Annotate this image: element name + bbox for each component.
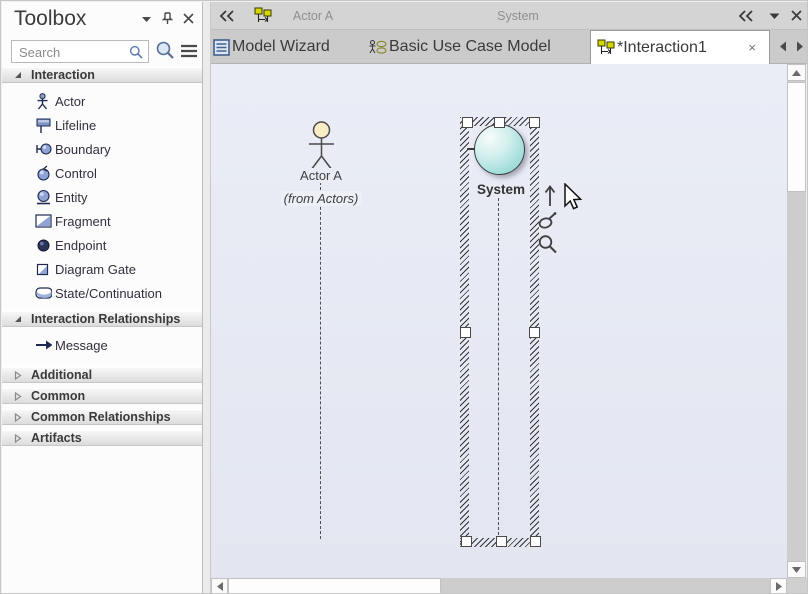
collapse-left-icon[interactable]: [219, 10, 235, 22]
toolbox-panel: Toolbox Search Interaction: [2, 2, 203, 594]
tool-endpoint[interactable]: Endpoint: [2, 233, 202, 257]
tab-model-wizard[interactable]: Model Wizard: [213, 30, 330, 64]
search-options-icon[interactable]: [155, 40, 176, 61]
actor-lifeline[interactable]: [320, 182, 321, 539]
section-common[interactable]: Common: [2, 388, 202, 404]
tool-actor[interactable]: Actor: [2, 89, 202, 113]
toolbox-search-row: Search: [2, 39, 202, 65]
expanded-triangle-icon: [14, 71, 28, 79]
header-lifeline-actor: Actor A: [293, 9, 333, 23]
chevron-down-icon[interactable]: [141, 15, 152, 23]
actor-icon: [35, 93, 52, 110]
fragment-icon: [35, 213, 52, 230]
tool-boundary[interactable]: Boundary: [2, 137, 202, 161]
diagram-header-strip: Actor A System: [211, 2, 808, 30]
main-area: Actor A System Model Wizard Basic Use Ca…: [211, 2, 808, 594]
boundary-icon: [35, 141, 52, 158]
zoom-icon[interactable]: [537, 234, 559, 255]
search-input[interactable]: Search: [11, 40, 149, 63]
selection-handle[interactable]: [494, 117, 505, 128]
lifeline-icon: [35, 117, 52, 134]
tool-lifeline[interactable]: Lifeline: [2, 113, 202, 137]
section-common-relationships[interactable]: Common Relationships: [2, 409, 202, 425]
selection-handle[interactable]: [529, 327, 540, 338]
tool-message[interactable]: Message: [2, 333, 202, 357]
tab-close-icon[interactable]: ×: [748, 40, 756, 55]
toolbox-titlebar: Toolbox: [2, 2, 202, 38]
scroll-left-button[interactable]: [211, 578, 228, 594]
horizontal-scroll-thumb[interactable]: [228, 578, 441, 594]
tool-state-continuation[interactable]: State/Continuation: [2, 281, 202, 305]
expanded-triangle-icon: [14, 315, 28, 323]
vertical-scrollbar[interactable]: [787, 64, 806, 578]
search-placeholder: Search: [19, 45, 60, 60]
section-artifacts[interactable]: Artifacts: [2, 430, 202, 446]
selection-handle[interactable]: [496, 536, 507, 547]
document-tab-bar: Model Wizard Basic Use Case Model *Inter…: [211, 30, 808, 64]
quicklink-new-element-icon[interactable]: [537, 210, 559, 231]
mouse-cursor: [563, 183, 585, 213]
selection-handle[interactable]: [529, 117, 540, 128]
diagram-gate-icon: [35, 261, 52, 278]
message-arrow-icon: [35, 337, 52, 354]
selection-handle[interactable]: [461, 536, 472, 547]
vertical-scroll-thumb[interactable]: [787, 82, 806, 192]
scrollbar-corner: [787, 578, 808, 594]
scroll-right-button[interactable]: [770, 578, 787, 594]
use-case-model-icon: [369, 39, 387, 56]
collapsed-triangle-icon: [14, 371, 28, 380]
actor-figure[interactable]: [303, 120, 340, 173]
control-icon: [35, 165, 52, 182]
toolbox-body: Interaction Actor Lifeline Boundary Con: [2, 66, 202, 446]
close-diagram-icon[interactable]: [791, 10, 802, 21]
application-window: Toolbox Search Interaction: [0, 0, 808, 594]
section-additional[interactable]: Additional: [2, 367, 202, 383]
system-lifeline[interactable]: [498, 198, 499, 535]
actor-name-label[interactable]: Actor A: [298, 168, 344, 183]
panel-splitter[interactable]: [203, 2, 211, 594]
collapsed-triangle-icon: [14, 434, 28, 443]
pin-icon[interactable]: [162, 12, 173, 25]
tab-scroll-right-icon[interactable]: [795, 40, 805, 53]
scroll-down-button[interactable]: [787, 561, 806, 578]
system-boundary-circle[interactable]: [474, 124, 525, 175]
model-wizard-icon: [213, 39, 230, 56]
dropdown-arrow-icon[interactable]: [769, 13, 780, 20]
selection-handle[interactable]: [462, 117, 473, 128]
collapsed-triangle-icon: [14, 413, 28, 422]
close-icon[interactable]: [183, 13, 194, 24]
tab-basic-use-case-model[interactable]: Basic Use Case Model: [369, 30, 551, 64]
tab-interaction1[interactable]: *Interaction1 ×: [590, 30, 770, 64]
selection-handle[interactable]: [460, 327, 471, 338]
tool-fragment[interactable]: Fragment: [2, 209, 202, 233]
hamburger-menu-icon[interactable]: [180, 44, 198, 58]
sequence-diagram-icon: [254, 7, 272, 25]
toolbox-title: Toolbox: [14, 7, 86, 31]
system-name-label[interactable]: System: [477, 182, 525, 197]
scroll-up-button[interactable]: [787, 64, 806, 81]
section-interaction-relationships[interactable]: Interaction Relationships: [2, 311, 202, 327]
sequence-diagram-icon: [597, 39, 615, 57]
tool-entity[interactable]: Entity: [2, 185, 202, 209]
diagram-canvas[interactable]: Actor A (from Actors) System: [211, 64, 787, 578]
quicklink-up-arrow-icon[interactable]: [543, 184, 557, 208]
search-icon: [129, 45, 143, 59]
tool-control[interactable]: Control: [2, 161, 202, 185]
tool-diagram-gate[interactable]: Diagram Gate: [2, 257, 202, 281]
state-continuation-icon: [35, 285, 52, 302]
entity-icon: [35, 189, 52, 206]
section-interaction[interactable]: Interaction: [2, 67, 202, 83]
endpoint-icon: [35, 237, 52, 254]
actor-stereotype-label: (from Actors): [281, 191, 362, 206]
collapsed-triangle-icon: [14, 392, 28, 401]
tab-scroll-left-icon[interactable]: [778, 40, 788, 53]
header-lifeline-system: System: [497, 9, 539, 23]
horizontal-scrollbar[interactable]: [211, 578, 787, 594]
selection-handle[interactable]: [530, 536, 541, 547]
collapse-right-icon[interactable]: [738, 10, 754, 22]
